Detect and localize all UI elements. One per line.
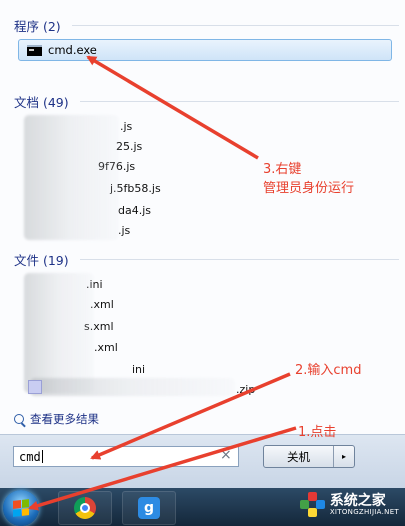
step3-annotation-line1: 3.右键 [263, 162, 302, 177]
step2-annotation: 2.输入cmd [295, 363, 362, 378]
arrow-to-cmd [86, 55, 259, 160]
step1-annotation: 1.点击 [298, 425, 337, 440]
arrow-to-start [28, 426, 297, 511]
annotation-arrows [28, 55, 297, 511]
step3-annotation-line2: 管理员身份运行 [263, 181, 355, 196]
arrow-to-search [90, 372, 291, 460]
